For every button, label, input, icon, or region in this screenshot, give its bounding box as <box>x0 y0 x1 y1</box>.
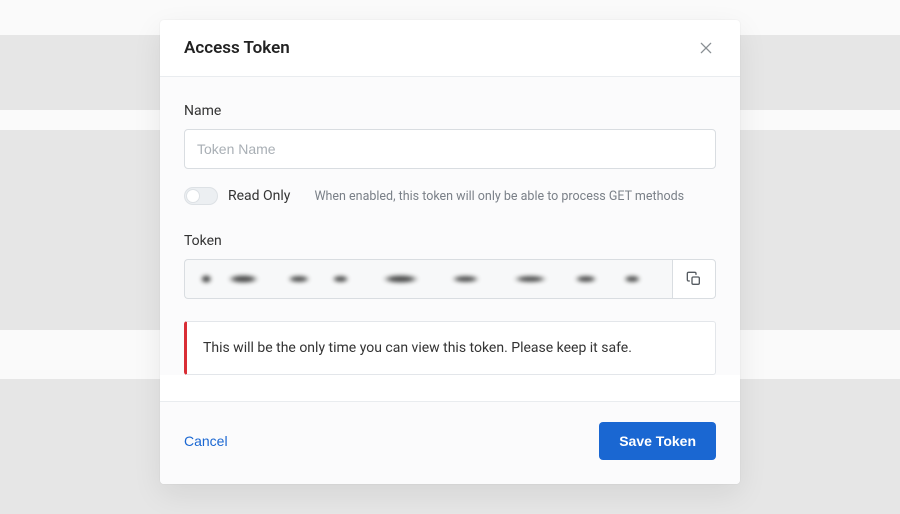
close-button[interactable] <box>696 38 716 58</box>
readonly-hint: When enabled, this token will only be ab… <box>314 189 684 204</box>
readonly-label: Read Only <box>228 188 290 204</box>
cancel-button[interactable]: Cancel <box>184 433 228 449</box>
name-label: Name <box>184 103 716 119</box>
save-token-button[interactable]: Save Token <box>599 422 716 460</box>
copy-token-button[interactable] <box>672 259 716 299</box>
token-warning-text: This will be the only time you can view … <box>203 340 632 356</box>
token-name-input[interactable] <box>184 129 716 169</box>
modal-title: Access Token <box>184 38 290 58</box>
close-icon <box>698 40 714 56</box>
readonly-toggle[interactable] <box>184 187 218 205</box>
token-value-display[interactable] <box>184 259 672 299</box>
access-token-modal: Access Token Name Read Only When enabled… <box>160 20 740 484</box>
readonly-row: Read Only When enabled, this token will … <box>184 187 716 205</box>
copy-icon <box>686 271 702 287</box>
modal-header: Access Token <box>160 20 740 77</box>
token-row <box>184 259 716 299</box>
modal-footer: Cancel Save Token <box>160 401 740 484</box>
token-warning-alert: This will be the only time you can view … <box>184 321 716 375</box>
toggle-knob <box>186 189 200 203</box>
token-label: Token <box>184 233 716 249</box>
modal-body: Name Read Only When enabled, this token … <box>160 77 740 375</box>
token-blurred-value <box>197 272 660 286</box>
